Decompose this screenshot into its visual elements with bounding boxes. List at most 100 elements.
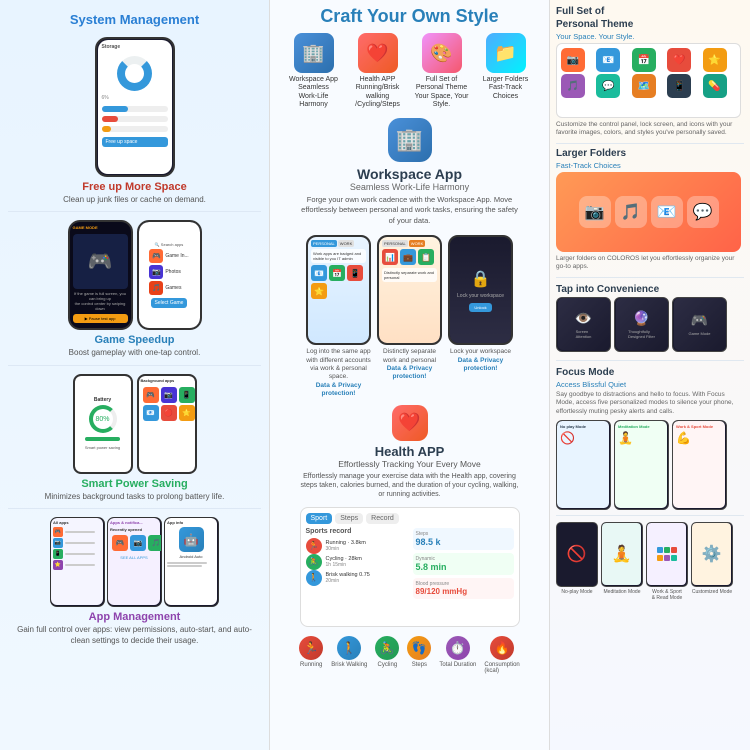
walk-icon: 🚶 [306,570,322,586]
apps-title: App Management [89,611,181,623]
game-name-3: Games [165,285,181,291]
health-style-icon: ❤️ [358,33,398,73]
craft-title: Craft Your Own Style [320,6,498,27]
ws-app-2: 📅 [329,265,345,281]
mini-app-4: 📧 [143,405,159,421]
theme-app-3: 📅 [632,48,656,72]
no-play-icon: 🚫 [560,431,606,445]
mgmt-phone-3: App info 🤖 Android Auto [164,517,219,607]
pause-test-button[interactable]: ▶ Pause test app [73,314,128,323]
free-space-button[interactable]: Free up space [102,137,168,147]
game-icon-1: 🎮 [149,249,163,263]
see-all-apps[interactable]: SEE ALL APPS [110,555,158,560]
run-time: 30min [326,546,366,552]
apps-desc: Gain full control over apps: view permis… [8,625,261,646]
walk-desc: Brisk walking 0.75 20min [326,572,370,584]
act-calories: 🔥 Consumption(kcal) [484,636,519,674]
free-space-desc: Clean up junk files or cache on demand. [63,195,206,205]
ws-app-3: 📱 [347,265,363,281]
mode-meditation: 🧘 Meditation Mode [601,522,643,601]
style-opt-workspace: 🏢 Workspace AppSeamlessWork-Life Harmony [285,33,343,110]
style-options-row: 🏢 Workspace AppSeamlessWork-Life Harmony… [285,33,535,110]
app-dot-3: 📱 [53,549,63,559]
mgmt-screen-1: All apps 🎮 📷 📱 [51,518,103,605]
workspace-phones-row: PERSONAL WORK Work apps are badged and v… [306,235,513,399]
recently-opened: Recently opened [110,527,158,532]
theme-app-7: 💬 [596,74,620,98]
power-desc: Minimizes background tasks to prolong ba… [45,492,225,502]
health-subtitle: Effortlessly Tracking Your Every Move [300,459,520,469]
calories-circle: 🔥 [490,636,514,660]
act-duration: ⏱️ Total Duration [439,636,476,674]
ws-tab-personal[interactable]: PERSONAL [311,240,337,247]
game-name-1: Game In... [165,253,188,259]
game-phone-main: GAME MODE 🎮 If the game is full screen, … [68,220,133,330]
mgmt-screen-3: App info 🤖 Android Auto [165,518,217,605]
android-auto-icon: 🤖 [179,527,204,552]
folder-icon-2: 🎵 [615,196,647,228]
folder-icon-4: 💬 [687,196,719,228]
customized-mode-label: Customized Mode [692,589,732,595]
left-column: System Management Storage 6% Free up spa… [0,0,270,750]
ws-label-1-highlight: Data & Privacy protection! [316,382,362,397]
right-personal-subtitle: Your Space. Your Style. [556,32,744,41]
select-game-button[interactable]: Select Game [151,298,188,308]
mgmt-screen-2: Apps & notifica... Recently opened 🎮 📷 🎵… [108,518,160,605]
health-tab-steps[interactable]: Steps [335,513,363,524]
info-line-1 [167,562,207,564]
folder-icon-grid: 📷 🎵 📧 💬 [573,190,725,234]
mode-screen-4: ⚙️ [692,523,731,585]
ws-tab-row-2: PERSONAL WORK [382,240,437,247]
storage-label: Storage [102,44,168,50]
bottom-modes-row: 🚫 No-play Mode 🧘 Meditation Mode [556,522,744,601]
walk-circle: 🚶 [337,636,361,660]
tap-screen-3: 🎮 Game Mode [674,298,726,350]
ws-app-1: 📧 [311,265,327,281]
right-focus-subtitle: Access Blissful Quiet [556,380,744,389]
ws-notif-1: Work apps are badged and visible to you … [311,249,366,263]
tap-mini-1: 👁️ ScreenAttention [556,297,611,352]
steps-circle: 👣 [407,636,431,660]
ws-screen-work: PERSONAL WORK 📊 💼 📋 Distinctly separate … [379,237,440,343]
act-cycling: 🚴 Cycling [375,636,399,674]
health-tab-record[interactable]: Record [366,513,399,524]
workspace-style-icon: 🏢 [294,33,334,73]
health-style-label: Health APPRunning/Brisk walking/Cycling/… [349,76,407,110]
power-phone-1: Battery 80% Smart power saving [73,374,133,474]
ws-screen-personal: PERSONAL WORK Work apps are badged and v… [308,237,369,343]
ws-tab-work-2[interactable]: WORK [409,240,425,247]
search-area: 🔍 Search apps [155,242,184,247]
run-icon: 🏃 [306,538,322,554]
theme-icon-grid: 📷 📧 📅 ❤️ ⭐ 🎵 💬 🗺️ 📱 💊 [557,44,740,102]
storage-phone: Storage 6% Free up space [95,37,175,177]
game-app-3: 🎵Games [149,281,188,295]
health-main-icon: ❤️ [392,405,428,441]
ws-tab-work-1[interactable]: WORK [338,240,354,247]
filter-icon: 🔮 [633,310,650,327]
theme-app-6: 🎵 [561,74,585,98]
power-title: Smart Power Saving [81,478,187,490]
unlock-button[interactable]: Unlock [469,303,491,312]
health-tab-sport[interactable]: Sport [306,513,333,524]
work-sport-label: Work & Sport Mode [676,424,722,429]
ws-phone-1: PERSONAL WORK Work apps are badged and v… [306,235,371,345]
storage-bar-1 [102,106,168,112]
game-desc: Boost gameplay with one-tap control. [69,348,201,358]
health-stats: Steps 98.5 k Dynamic 5.8 min Blood press… [413,528,514,599]
no-play-mode-label: No-play Mode [561,589,592,595]
focus-phone-3: Work & Sport Mode 💪 [672,420,727,510]
middle-column: Craft Your Own Style 🏢 Workspace AppSeam… [270,0,550,750]
right-focus-title: Focus Mode [556,367,744,378]
ws-label-3: Lock your workspaceData & Privacy protec… [448,348,513,373]
ws-phone-3: 🔒 Lock your workspace Unlock [448,235,513,345]
info-row-2 [167,565,215,567]
app-mgmt-phones: All apps 🎮 📷 📱 [50,517,219,607]
battery-bar [85,437,120,441]
game-mode-icon: 🎮 [691,312,708,329]
theme-phone: 📷 📧 📅 ❤️ ⭐ 🎵 💬 🗺️ 📱 💊 [556,43,741,118]
ws-work-app-2: 💼 [400,249,416,265]
game-icon-3: 🎵 [149,281,163,295]
game-app-list: 🎮Game In... 📷Photos 🎵Games [149,249,188,295]
ws-tab-personal-2[interactable]: PERSONAL [382,240,408,247]
app-line-4 [65,564,95,566]
